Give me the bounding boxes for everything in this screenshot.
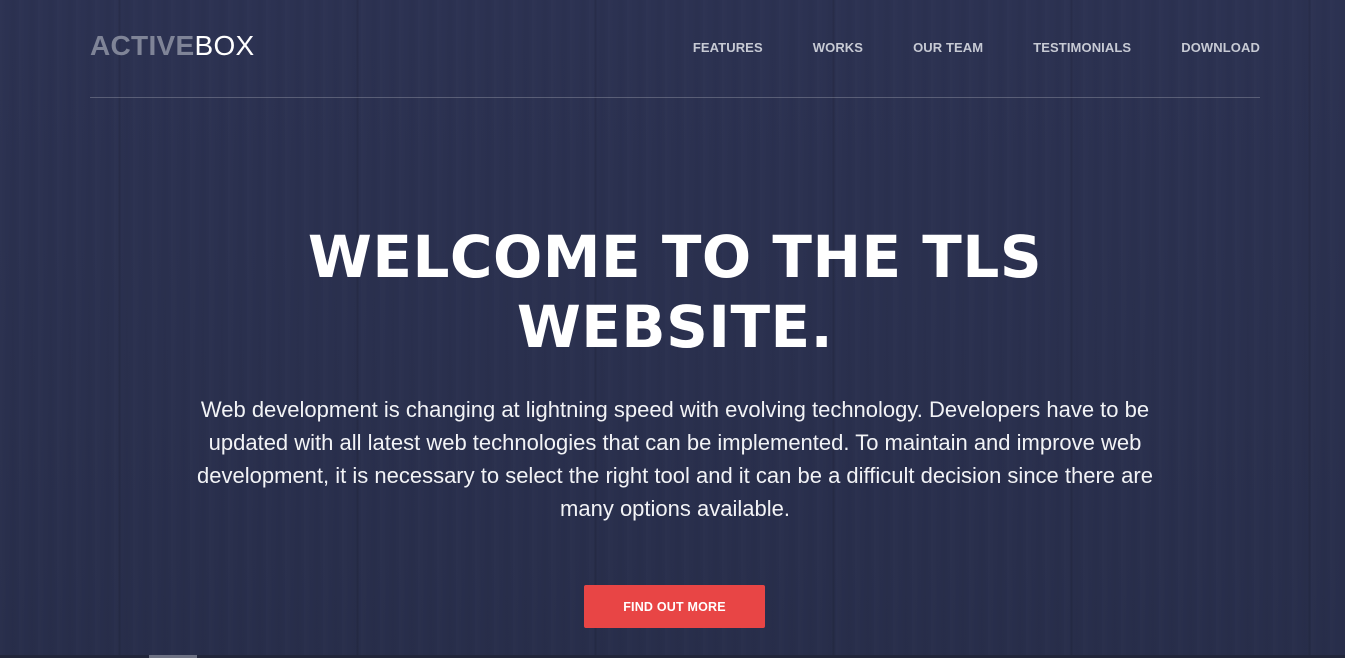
site-header: ACTIVEBOX FEATURES WORKS OUR TEAM TESTIM… xyxy=(90,0,1260,98)
nav-item-works[interactable]: WORKS xyxy=(813,40,863,55)
nav-item-features[interactable]: FEATURES xyxy=(693,40,763,55)
logo-light-text: BOX xyxy=(194,30,255,61)
main-nav: FEATURES WORKS OUR TEAM TESTIMONIALS DOW… xyxy=(693,40,1260,55)
hero-title: WELCOME TO THE TLS WEBSITE. xyxy=(240,222,1110,362)
hero-title-line-1: WELCOME TO THE TLS xyxy=(307,223,1043,291)
logo-bold-text: ACTIVE xyxy=(90,30,195,61)
hero-description: Web development is changing at lightning… xyxy=(197,397,1153,521)
site-logo[interactable]: ACTIVEBOX xyxy=(90,30,255,62)
nav-item-our-team[interactable]: OUR TEAM xyxy=(913,40,983,55)
nav-item-testimonials[interactable]: TESTIMONIALS xyxy=(1033,40,1131,55)
find-out-more-button[interactable]: FIND OUT MORE xyxy=(584,585,765,628)
nav-item-download[interactable]: DOWNLOAD xyxy=(1181,40,1260,55)
hero-title-line-2: WEBSITE. xyxy=(516,293,834,361)
